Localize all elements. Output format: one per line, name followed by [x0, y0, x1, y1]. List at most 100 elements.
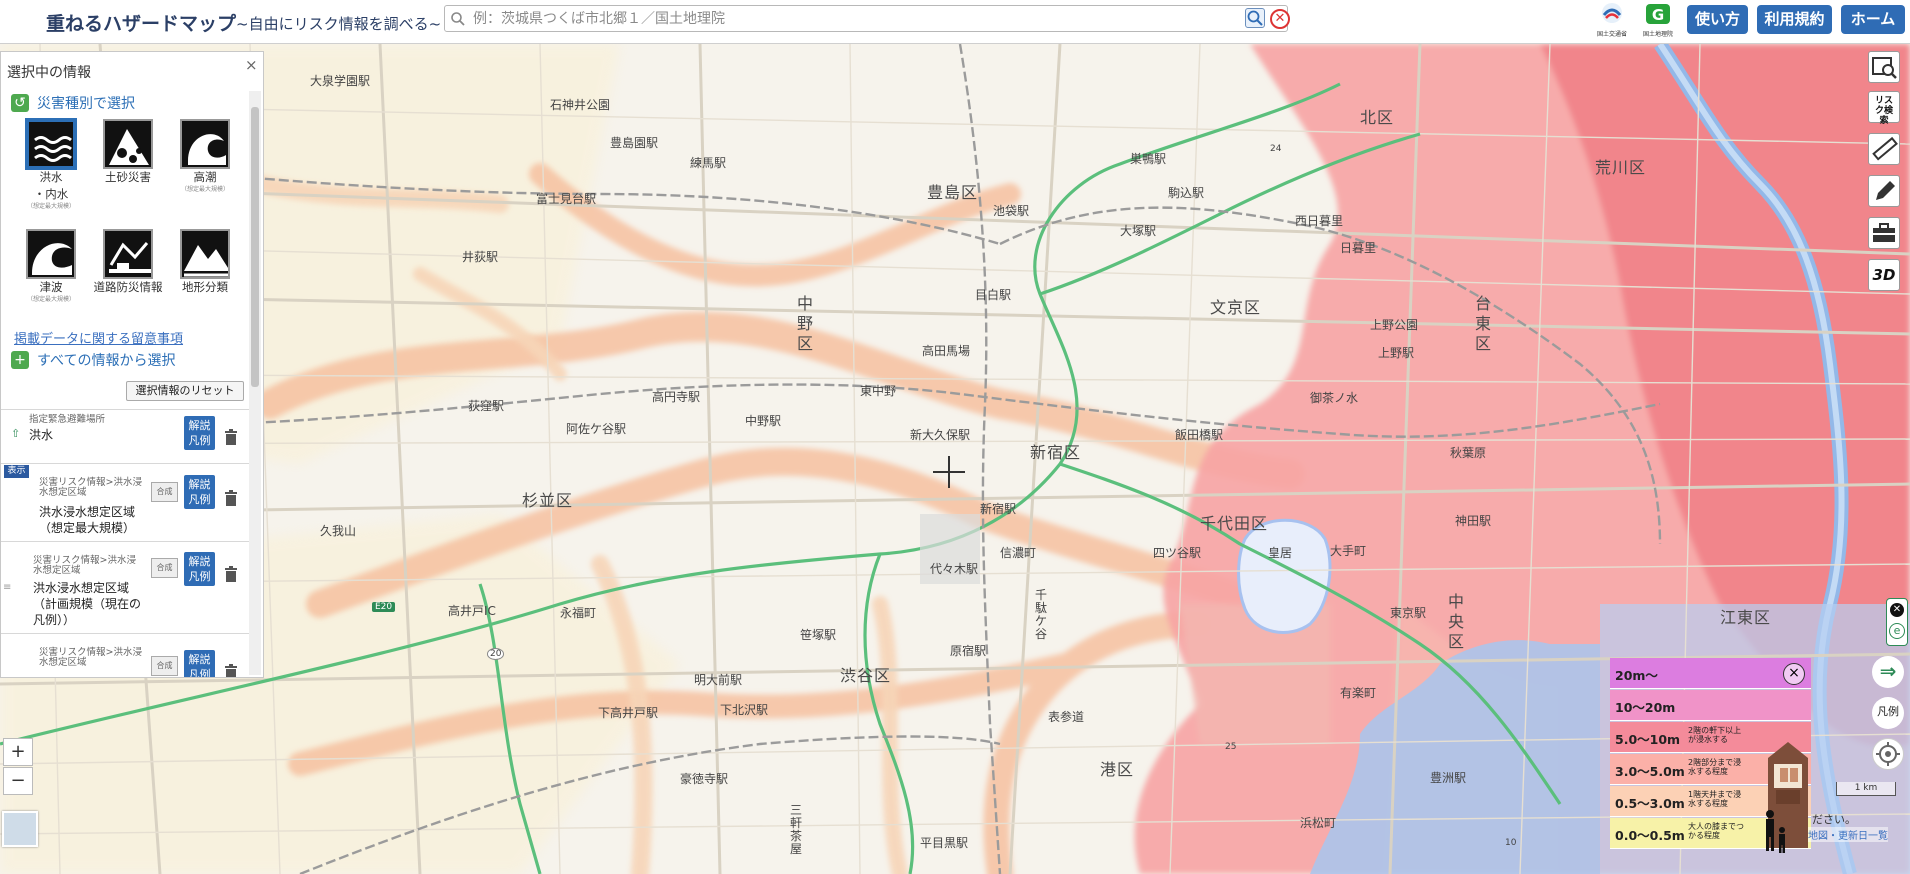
- combine-button[interactable]: 合成: [151, 482, 178, 502]
- place-label: 井荻駅: [462, 250, 499, 264]
- panel-close-button[interactable]: ×: [245, 56, 258, 74]
- place-label: 中野駅: [745, 414, 782, 428]
- trash-icon[interactable]: [223, 490, 239, 507]
- crosshair-locate-icon: [1876, 742, 1900, 766]
- address-search-input[interactable]: [471, 8, 1231, 29]
- place-label: 東京駅: [1390, 606, 1427, 620]
- home-button[interactable]: ホーム: [1841, 5, 1905, 34]
- place-label: 明大前駅: [694, 673, 743, 687]
- data-notes-link[interactable]: 掲載データに関する留意事項: [14, 328, 183, 347]
- locate-button[interactable]: [1872, 738, 1904, 770]
- legend-range: 5.0～10m: [1615, 732, 1681, 747]
- legend-explain-button[interactable]: 解説 凡例: [184, 650, 215, 677]
- landslide-icon: [103, 119, 153, 169]
- close-circle-icon: ✕: [1890, 603, 1904, 617]
- legend-explain-button[interactable]: 解説 凡例: [184, 475, 215, 509]
- zoom-in-button[interactable]: +: [3, 738, 33, 766]
- tool-risk-search[interactable]: リスク検索: [1868, 91, 1900, 126]
- app-title[interactable]: 重ねるハザードマップ: [46, 9, 236, 36]
- attribution-link[interactable]: 地図・更新日一覧: [1808, 827, 1888, 842]
- tool-layer-search[interactable]: [1868, 51, 1900, 83]
- layer-category: 災害リスク情報>洪水浸水想定区域: [39, 647, 142, 668]
- place-label: 下高井戸駅: [598, 706, 659, 720]
- ward-label: 渋谷区: [840, 666, 892, 685]
- terms-button[interactable]: 利用規約: [1757, 5, 1832, 34]
- place-label: 皇居: [1268, 546, 1293, 560]
- place-label: 池袋駅: [993, 204, 1030, 218]
- place-label: 高円寺駅: [652, 390, 701, 404]
- place-label: 大手町: [1330, 544, 1367, 558]
- place-label: 豊島園駅: [610, 136, 659, 150]
- layer-name: 洪水: [29, 428, 54, 442]
- place-label: 荻窪駅: [468, 399, 505, 413]
- trash-icon[interactable]: [223, 429, 239, 446]
- search-submit-button[interactable]: [1245, 8, 1265, 28]
- place-label: 原宿駅: [950, 644, 987, 658]
- hazard-flood[interactable]: 洪水 ・内水 （想定最大規模）: [15, 119, 87, 211]
- place-label: 千駄ケ谷: [1035, 588, 1048, 641]
- place-label: 御茶ノ水: [1310, 391, 1359, 405]
- layer-item[interactable]: 災害リスク情報>洪水浸水想定区域 洪水浸水想定区域（想定最大規模） 合成 解説 …: [1, 463, 251, 541]
- section-all-info-label: すべての情報から選択: [37, 353, 176, 369]
- legend-explain-button[interactable]: 解説 凡例: [184, 552, 215, 586]
- ward-label: 豊島区: [927, 183, 979, 202]
- trash-icon[interactable]: [223, 566, 239, 583]
- layer-item[interactable]: 災害リスク情報>洪水浸水想定区域 合成 解説 凡例: [1, 633, 251, 678]
- legend-explain-button[interactable]: 解説 凡例: [184, 416, 215, 450]
- legend-close-button[interactable]: ×: [1783, 663, 1805, 685]
- layer-item[interactable]: ⇧ 指定緊急避難場所 洪水 解説 凡例: [1, 409, 251, 463]
- zoom-out-button[interactable]: −: [3, 767, 33, 795]
- place-label: 久我山: [320, 524, 357, 538]
- place-label: 大泉学園駅: [310, 74, 371, 88]
- place-label: 目白駅: [975, 288, 1012, 302]
- evac-person-icon: ⇧: [11, 427, 21, 440]
- tool-3d[interactable]: 3D: [1868, 259, 1900, 291]
- hazard-label: 道路防災情報: [93, 280, 163, 294]
- place-label: 三軒茶屋: [790, 803, 803, 856]
- basemap-switcher[interactable]: [2, 811, 38, 847]
- combine-button[interactable]: 合成: [151, 656, 178, 676]
- gsi-logo[interactable]: G 国土地理院: [1637, 1, 1679, 41]
- hazard-label: 高潮: [193, 170, 217, 184]
- hazard-landform[interactable]: 地形分類: [169, 229, 241, 296]
- place-label: 新宿駅: [980, 502, 1017, 516]
- side-toggle-panel[interactable]: ✕ e: [1886, 598, 1908, 646]
- legend-toggle[interactable]: 凡例: [1872, 697, 1904, 729]
- legend-toggle-label: 凡例: [1877, 705, 1899, 718]
- legend-explain-label: 凡例: [188, 493, 211, 506]
- search-clear-button[interactable]: ✕: [1270, 9, 1290, 29]
- reset-selection-button[interactable]: 選択情報のリセット: [126, 381, 244, 401]
- scale-bar: 1 km: [1836, 782, 1896, 796]
- place-label: 日暮里: [1340, 241, 1377, 255]
- ward-label: 文京区: [1210, 298, 1262, 317]
- hazard-road[interactable]: 道路防災情報: [92, 229, 164, 296]
- hazard-landslide[interactable]: 土砂災害: [92, 119, 164, 186]
- hazard-storm-surge[interactable]: 高潮 （想定最大規模）: [169, 119, 241, 194]
- hazard-tsunami[interactable]: 津波 （想定最大規模）: [15, 229, 87, 304]
- hazard-label: 地形分類: [182, 280, 228, 294]
- drag-handle-icon[interactable]: ≡: [3, 582, 11, 593]
- flood-depth-legend: 20m～ 10～20m 5.0～10m 2階の軒下以上が浸水する 3.0～5.0…: [1610, 658, 1811, 854]
- panel-scroll-thumb[interactable]: [251, 107, 259, 387]
- tool-draw[interactable]: [1868, 175, 1900, 207]
- layer-name: 洪水浸水想定区域（計画規模（現在の凡例））: [33, 581, 142, 627]
- route-marker: 10: [1505, 838, 1517, 848]
- evacuation-toggle[interactable]: ⇒: [1872, 656, 1904, 688]
- layer-item[interactable]: ≡ 災害リスク情報>洪水浸水想定区域 洪水浸水想定区域（計画規模（現在の凡例））…: [1, 541, 251, 633]
- tool-measure[interactable]: [1868, 133, 1900, 165]
- legend-explain-label: 解説: [188, 653, 211, 666]
- place-label: 新大久保駅: [910, 428, 971, 442]
- ward-label: 千代田区: [1200, 514, 1269, 533]
- trash-icon[interactable]: [223, 664, 239, 678]
- toolbox-icon: [1873, 223, 1895, 242]
- tool-box[interactable]: [1868, 217, 1900, 249]
- place-label: 有楽町: [1340, 686, 1377, 700]
- usage-button[interactable]: 使い方: [1687, 5, 1748, 34]
- place-label: 上野公園: [1370, 318, 1419, 332]
- combine-button[interactable]: 合成: [151, 558, 178, 578]
- legend-desc: 大人の膝までつかる程度: [1688, 822, 1744, 840]
- place-label: 秋葉原: [1450, 446, 1487, 460]
- mlit-logo[interactable]: 国土交通省: [1591, 1, 1633, 41]
- hazard-label: 津波: [39, 280, 63, 294]
- hazard-label-sub: ・内水: [33, 187, 69, 201]
